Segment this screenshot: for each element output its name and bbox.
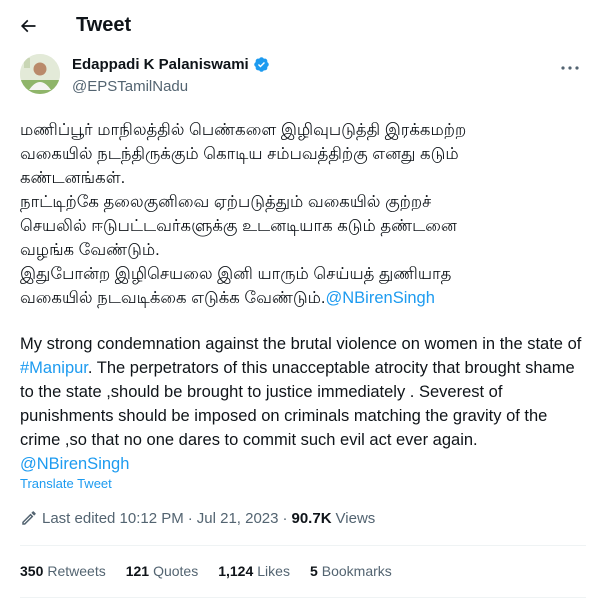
tweet-text-segment: My strong condemnation against the bruta… — [20, 335, 582, 353]
more-options-button[interactable] — [558, 56, 582, 80]
views-count: 90.7K — [291, 509, 332, 527]
verified-badge-icon — [253, 57, 269, 72]
author-handle[interactable]: @EPSTamilNadu — [72, 78, 188, 95]
tweet-text-english: My strong condemnation against the bruta… — [20, 332, 585, 476]
tweet-text-line: இதுபோன்ற இழிசெயலை இனி யாரும் செய்யத் துண… — [20, 265, 452, 283]
avatar[interactable] — [20, 54, 60, 94]
stat-label: Bookmarks — [321, 563, 392, 579]
tweet-text-line: செயலில் ஈடுபட்டவர்களுக்கு உடனடியாக கடும்… — [20, 217, 457, 235]
edited-time[interactable]: Last edited 10:12 PM — [42, 510, 184, 527]
tweet-paragraph: My strong condemnation against the bruta… — [20, 332, 585, 476]
engagement-stats: 350 Retweets 121 Quotes 1,124 Likes 5 Bookma… — [20, 563, 412, 579]
pencil-icon — [22, 511, 36, 525]
arrow-left-icon — [20, 19, 36, 33]
page-title: Tweet — [76, 14, 132, 36]
avatar-image — [20, 54, 60, 94]
tweet-text-line: வகையில் நடந்திருக்கும் கொடிய சம்பவத்திற்… — [20, 145, 459, 163]
stat-label: Likes — [257, 563, 290, 579]
tweet-text-line: நாட்டிற்கே தலைகுனிவை ஏற்படுத்தும் வகையில… — [20, 193, 432, 211]
translate-tweet-link[interactable]: Translate Tweet — [20, 476, 112, 491]
tweet-text-segment: . The perpetrators of this unacceptable … — [20, 359, 575, 449]
retweets-stat[interactable]: 350 Retweets — [20, 563, 106, 579]
tweet-date[interactable]: Jul 21, 2023 — [197, 510, 279, 527]
divider — [20, 597, 586, 598]
back-button[interactable] — [12, 10, 44, 42]
stat-count: 1,124 — [218, 563, 254, 579]
author-name-row: Edappadi K Palaniswami — [72, 56, 270, 73]
more-horizontal-icon — [561, 66, 579, 70]
stat-label: Quotes — [153, 563, 199, 579]
stat-count: 5 — [309, 563, 318, 579]
tweet-text-segment: வகையில் நடவடிக்கை எடுக்க வேண்டும். — [20, 289, 326, 307]
quotes-stat[interactable]: 121 Quotes — [126, 563, 199, 579]
views-label: Views — [335, 509, 376, 527]
tweet-text-line: மணிப்பூர் மாநிலத்தில் பெண்களை இழிவுபடுத்… — [20, 121, 467, 139]
tweet-text-line: வழங்க வேண்டும். — [20, 241, 160, 259]
separator: · — [282, 509, 288, 527]
mention-link[interactable]: @NBirenSingh — [326, 289, 435, 307]
tweet-meta: Last edited 10:12 PM · Jul 21, 2023 · 90… — [20, 509, 375, 527]
bookmarks-stat[interactable]: 5 Bookmarks — [310, 563, 392, 579]
separator: · — [187, 509, 193, 527]
tweet-text-tamil: மணிப்பூர் மாநிலத்தில் பெண்களை இழிவுபடுத்… — [20, 118, 585, 310]
tweet-text-line: வகையில் நடவடிக்கை எடுக்க வேண்டும்.@NBire… — [20, 286, 585, 310]
stat-count: 121 — [125, 563, 150, 579]
stat-count: 350 — [20, 563, 44, 579]
stat-label: Retweets — [47, 563, 106, 579]
likes-stat[interactable]: 1,124 Likes — [218, 563, 290, 579]
mention-link[interactable]: @NBirenSingh — [20, 455, 129, 473]
hashtag-link[interactable]: #Manipur — [20, 359, 88, 377]
divider — [20, 545, 586, 546]
tweet-author: Edappadi K Palaniswami @EPSTamilNadu — [20, 54, 600, 104]
top-bar: Tweet — [0, 0, 600, 50]
tweet-text-line: கண்டனங்கள். — [20, 169, 126, 187]
author-name[interactable]: Edappadi K Palaniswami — [72, 56, 249, 73]
